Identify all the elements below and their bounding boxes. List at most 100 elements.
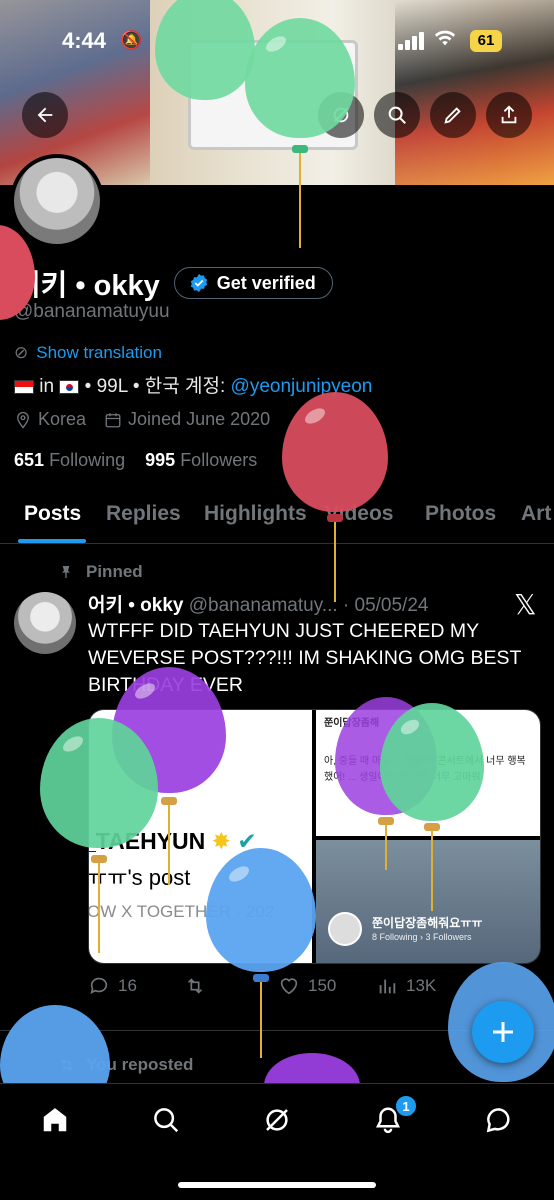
show-translation-link[interactable]: ⊘ Show translation xyxy=(14,343,162,363)
tab-art[interactable]: Art xyxy=(521,502,551,526)
profile-avatar[interactable] xyxy=(10,154,104,248)
get-verified-label: Get verified xyxy=(216,272,316,293)
tab-highlights[interactable]: Highlights xyxy=(204,502,307,526)
repost-icon xyxy=(61,1058,73,1072)
grok-icon xyxy=(266,1109,288,1131)
media-image-3[interactable]: 쭌이답장좀해줘요ㅠㅠ 8 Following › 3 Followers xyxy=(316,840,540,963)
search-icon xyxy=(154,1108,179,1133)
reposted-indicator: You reposted xyxy=(58,1055,193,1075)
location-pin-icon xyxy=(17,411,29,429)
profile-bio: in • 99L • 한국 계정: @yeonjunipyeon xyxy=(14,371,372,398)
tab-posts[interactable]: Posts xyxy=(24,502,81,526)
bio-middle: • 99L • 한국 계정: xyxy=(84,376,226,397)
media-image-1[interactable]: _TAEHYUN ✸ ✔ ㅠㅠ's post OW X TOGETHER · 2… xyxy=(88,710,312,963)
display-name: 어키 • okky xyxy=(14,270,160,302)
active-tab-indicator xyxy=(18,539,86,543)
media-2-title: 쭌이답장좀해 xyxy=(324,718,380,729)
like-button[interactable]: 150 xyxy=(278,975,336,997)
indonesia-flag-icon xyxy=(14,379,34,394)
korea-flag-icon xyxy=(59,379,80,394)
edit-profile-button[interactable] xyxy=(430,92,476,138)
calendar-icon xyxy=(105,412,121,427)
balloon-purple xyxy=(264,1053,360,1113)
back-button[interactable] xyxy=(22,92,68,138)
pencil-icon xyxy=(444,107,461,124)
nav-home[interactable] xyxy=(37,1102,73,1138)
heart-icon xyxy=(280,978,298,995)
post-author-avatar[interactable] xyxy=(14,592,76,654)
media-3-name: 쭌이답장좀해줘요ㅠㅠ xyxy=(372,916,483,930)
show-translation-label: Show translation xyxy=(36,343,162,362)
username-handle: @bananamatuyuu xyxy=(14,301,170,322)
bio-prefix: in xyxy=(39,376,55,397)
pin-icon xyxy=(62,566,70,578)
post-header: 어키 • okky @bananamatuy... · 05/05/24 xyxy=(88,590,428,617)
profile-tabs: Posts Replies Highlights Videos Photos A… xyxy=(0,488,554,544)
nav-search[interactable] xyxy=(148,1102,184,1138)
follow-counts: 651 Following 995 Followers xyxy=(14,450,257,471)
wifi-icon xyxy=(434,29,456,53)
message-bubble-icon xyxy=(486,1108,510,1133)
following-link[interactable]: 651 Following xyxy=(14,450,125,470)
verified-badge-icon xyxy=(190,273,207,293)
reply-icon xyxy=(90,977,108,994)
views-button[interactable]: 13K xyxy=(376,975,436,997)
home-icon xyxy=(43,1108,67,1132)
tab-videos[interactable]: Videos xyxy=(325,502,393,526)
get-verified-button[interactable]: Get verified xyxy=(173,267,333,299)
arrow-left-icon xyxy=(37,107,53,123)
nav-messages[interactable] xyxy=(481,1102,517,1138)
battery-indicator: 61 xyxy=(470,30,502,52)
like-count: 150 xyxy=(308,976,337,995)
media-image-2[interactable]: 쭌이답장좀해 아, 중들 때 마음 ... 생일 때 콘서트에서 너무 행복했어… xyxy=(316,710,540,836)
reply-count: 16 xyxy=(118,976,137,995)
compose-button[interactable] xyxy=(472,1001,534,1063)
media-1-line-1: _TAEHYUN ✸ ✔ xyxy=(88,828,257,854)
following-count: 651 xyxy=(14,450,45,470)
tab-photos[interactable]: Photos xyxy=(425,502,496,526)
location-text: Korea xyxy=(38,409,87,429)
nav-grok[interactable] xyxy=(259,1102,295,1138)
x-logo-icon: 𝕏 xyxy=(514,589,537,620)
cellular-signal-icon xyxy=(398,32,424,50)
status-bar: 4:44 🔕 61 xyxy=(0,0,554,80)
media-3-avatar xyxy=(328,912,362,946)
reposted-label: You reposted xyxy=(86,1055,194,1074)
name-row: 어키 • okky Get verified xyxy=(14,262,333,304)
media-3-profile-chip: 쭌이답장좀해줘요ㅠㅠ 8 Following › 3 Followers xyxy=(328,910,528,952)
profile-meta: Korea Joined June 2020 xyxy=(14,409,270,430)
translate-icon: ⊘ xyxy=(14,343,29,362)
pinned-indicator: Pinned xyxy=(58,562,143,582)
search-icon xyxy=(388,106,406,124)
search-button[interactable] xyxy=(374,92,420,138)
views-icon xyxy=(379,979,396,994)
reply-button[interactable]: 16 xyxy=(88,975,137,997)
joined-date: Joined June 2020 xyxy=(128,409,271,429)
share-icon xyxy=(501,105,517,124)
grok-button[interactable] xyxy=(318,92,364,138)
notifications-badge: 1 xyxy=(395,1095,417,1117)
bio-mention-link[interactable]: @yeonjunipyeon xyxy=(231,376,373,397)
tab-replies[interactable]: Replies xyxy=(106,502,181,526)
share-button[interactable] xyxy=(486,92,532,138)
repost-button[interactable] xyxy=(184,975,214,997)
repost-icon xyxy=(187,978,203,994)
post-media-grid[interactable]: _TAEHYUN ✸ ✔ ㅠㅠ's post OW X TOGETHER · 2… xyxy=(88,709,541,964)
post-author-name[interactable]: 어키 • okky xyxy=(88,595,183,616)
silent-mode-icon: 🔕 xyxy=(120,30,143,50)
media-3-stats: 8 Following › 3 Followers xyxy=(372,932,472,942)
following-label: Following xyxy=(49,450,126,470)
post-actions: 16 150 13K xyxy=(88,975,538,1003)
post-handle-date: @bananamatuy... · 05/05/24 xyxy=(188,595,429,616)
grok-icon xyxy=(333,107,349,123)
post-text: WTFFF DID TAEHYUN JUST CHEERED MY WEVERS… xyxy=(88,620,522,696)
pinned-label: Pinned xyxy=(86,562,143,581)
plus-icon xyxy=(493,1022,513,1042)
status-time: 4:44 xyxy=(62,28,107,53)
followers-link[interactable]: 995 Followers xyxy=(145,450,257,470)
media-1-line-2: ㅠㅠ's post xyxy=(88,865,191,890)
followers-count: 995 xyxy=(145,450,176,470)
view-count: 13K xyxy=(406,976,437,995)
media-2-text: 아, 중들 때 마음 ... 생일 때 콘서트에서 너무 행복했어! ... 생… xyxy=(324,756,526,783)
feed-divider xyxy=(0,1030,554,1031)
